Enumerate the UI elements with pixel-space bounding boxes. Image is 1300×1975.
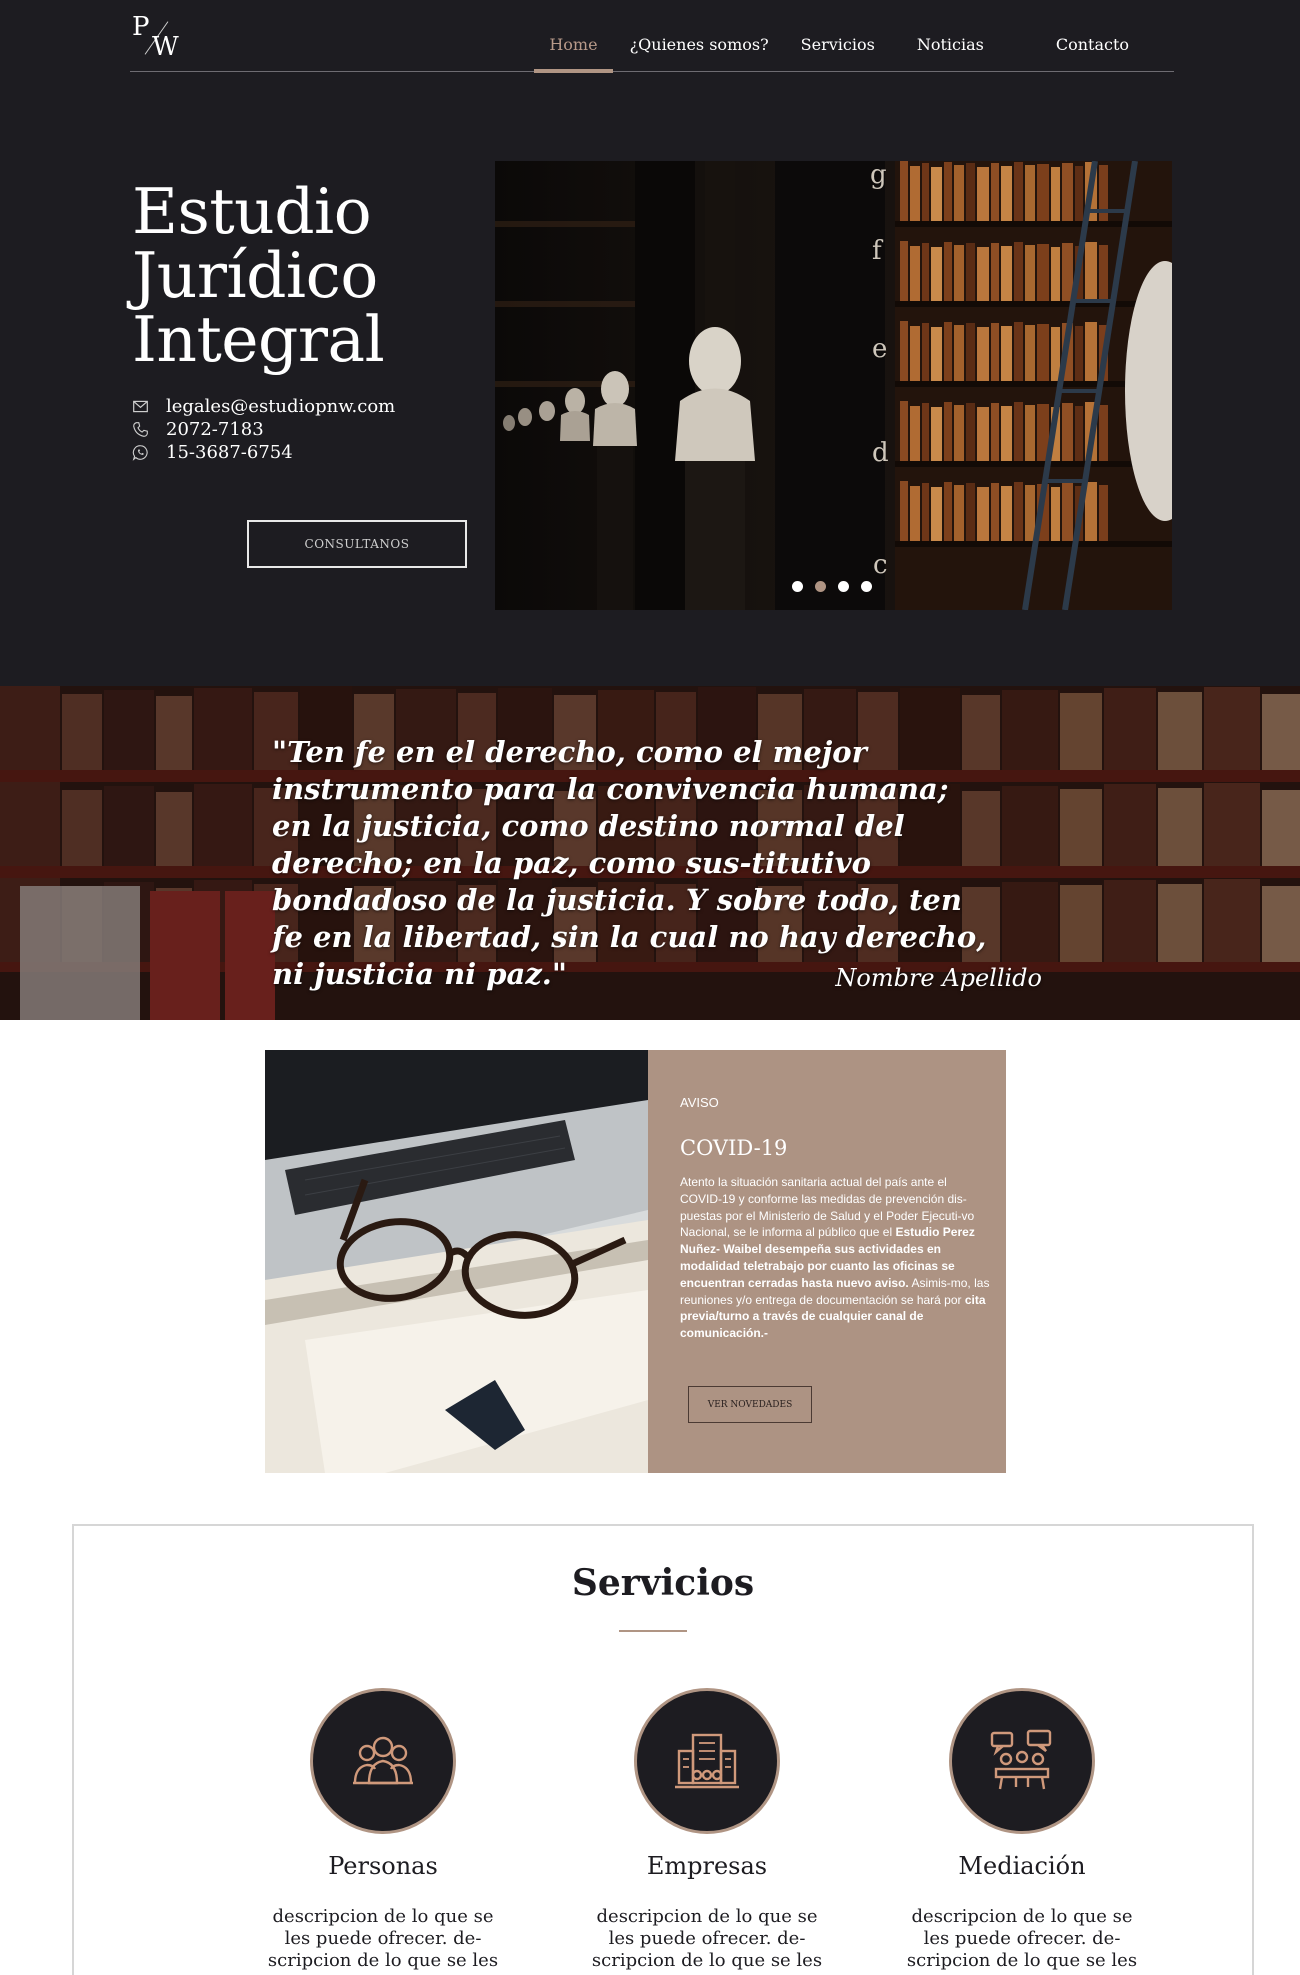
service-icon-circle xyxy=(634,1688,780,1834)
contact-list: legales@estudiopnw.com 2072-7183 15-3687… xyxy=(132,395,395,464)
svg-text:c: c xyxy=(873,550,888,580)
service-description: descripcion de lo que se les puede ofrec… xyxy=(902,1906,1142,1972)
hero-slider[interactable]: g f e d c xyxy=(495,161,1172,610)
hero-title-line: Estudio xyxy=(132,175,372,248)
service-description: descripcion de lo que se les puede ofrec… xyxy=(263,1906,503,1972)
contact-whatsapp[interactable]: 15-3687-6754 xyxy=(132,441,395,464)
covid-notice-card: AVISO COVID-19 Atento la situación sanit… xyxy=(265,1050,1006,1473)
contact-email[interactable]: legales@estudiopnw.com xyxy=(132,395,395,418)
svg-text:g: g xyxy=(870,161,887,190)
slider-dot[interactable] xyxy=(838,581,849,592)
meeting-icon xyxy=(990,1729,1052,1790)
service-name: Mediación xyxy=(958,1852,1086,1880)
service-icon-circle xyxy=(310,1688,456,1834)
service-desc-line: descripcion de lo que se xyxy=(596,1906,818,1927)
hero-section: P W Home ¿Quienes somos? Servicios Notic… xyxy=(0,0,1300,686)
library-photo: g f e d c xyxy=(495,161,1172,610)
service-card-empresas[interactable]: Empresas descripcion de lo que se les pu… xyxy=(587,1688,827,1972)
service-desc-line: scripcion de lo que se les xyxy=(591,1950,823,1971)
notice-body: Atento la situación sanitaria actual del… xyxy=(680,1174,992,1342)
svg-text:d: d xyxy=(872,438,889,468)
service-desc-line: descripcion de lo que se xyxy=(272,1906,494,1927)
service-desc-line: scripcion de lo que se les xyxy=(267,1950,499,1971)
quote-section: "Ten fe en el derecho, como el mejor ins… xyxy=(0,686,1300,1020)
contact-email-text: legales@estudiopnw.com xyxy=(166,396,396,417)
contact-whatsapp-text: 15-3687-6754 xyxy=(166,442,293,463)
nav-noticias[interactable]: Noticias xyxy=(902,0,999,72)
contact-phone[interactable]: 2072-7183 xyxy=(132,418,395,441)
logo[interactable]: P W xyxy=(132,12,184,64)
logo-letter-p: P xyxy=(132,12,150,42)
quote-author: Nombre Apellido xyxy=(835,964,1042,992)
contact-phone-text: 2072-7183 xyxy=(166,419,264,440)
phone-icon xyxy=(133,422,148,437)
nav-contacto[interactable]: Contacto xyxy=(1041,0,1144,72)
slider-dot[interactable] xyxy=(861,581,872,592)
notice-panel: AVISO COVID-19 Atento la situación sanit… xyxy=(648,1050,1006,1473)
service-desc-line: descripcion de lo que se xyxy=(911,1906,1133,1927)
bookshelf-graphic xyxy=(895,161,1172,610)
service-icon-circle xyxy=(949,1688,1095,1834)
notice-kicker: AVISO xyxy=(680,1095,719,1110)
service-name: Personas xyxy=(328,1852,438,1880)
service-description: descripcion de lo que se les puede ofrec… xyxy=(587,1906,827,1972)
svg-text:e: e xyxy=(872,334,887,364)
logo-letter-w: W xyxy=(152,32,179,62)
slider-dot-active[interactable] xyxy=(815,581,826,592)
glasses-laptop-photo xyxy=(265,1050,648,1473)
hero-title: Estudio Jurídico Integral xyxy=(132,175,385,376)
whatsapp-icon xyxy=(132,445,148,461)
service-desc-line: les puede ofrecer. de- xyxy=(284,1928,482,1949)
service-desc-line: les puede ofrecer. de- xyxy=(923,1928,1121,1949)
hero-title-line: Integral xyxy=(132,303,385,376)
top-navbar: P W Home ¿Quienes somos? Servicios Notic… xyxy=(130,0,1174,73)
main-nav: Home ¿Quienes somos? Servicios Noticias … xyxy=(532,0,1144,73)
service-card-personas[interactable]: Personas descripcion de lo que se les pu… xyxy=(263,1688,503,1972)
services-section: Servicios Personas descripcion de lo que… xyxy=(72,1524,1254,1975)
service-desc-line: scripcion de lo que se les xyxy=(906,1950,1138,1971)
consultanos-button[interactable]: CONSULTANOS xyxy=(247,520,467,568)
service-card-mediacion[interactable]: Mediación descripcion de lo que se les p… xyxy=(902,1688,1142,1972)
notice-title: COVID-19 xyxy=(680,1136,788,1160)
people-icon xyxy=(353,1736,413,1785)
slider-dot[interactable] xyxy=(792,581,803,592)
nav-servicios[interactable]: Servicios xyxy=(786,0,890,72)
building-icon xyxy=(675,1733,739,1789)
ver-novedades-button[interactable]: VER NOVEDADES xyxy=(688,1386,812,1423)
nav-home[interactable]: Home xyxy=(534,0,613,73)
quote-text: "Ten fe en el derecho, como el mejor ins… xyxy=(272,735,987,991)
nav-quienes-somos[interactable]: ¿Quienes somos? xyxy=(615,0,784,72)
title-divider xyxy=(619,1630,687,1632)
envelope-icon xyxy=(133,400,148,413)
service-name: Empresas xyxy=(646,1852,768,1880)
hero-title-line: Jurídico xyxy=(132,239,378,312)
service-desc-line: les puede ofrecer. de- xyxy=(608,1928,806,1949)
services-title: Servicios xyxy=(571,1562,755,1604)
slider-dots xyxy=(792,581,884,592)
